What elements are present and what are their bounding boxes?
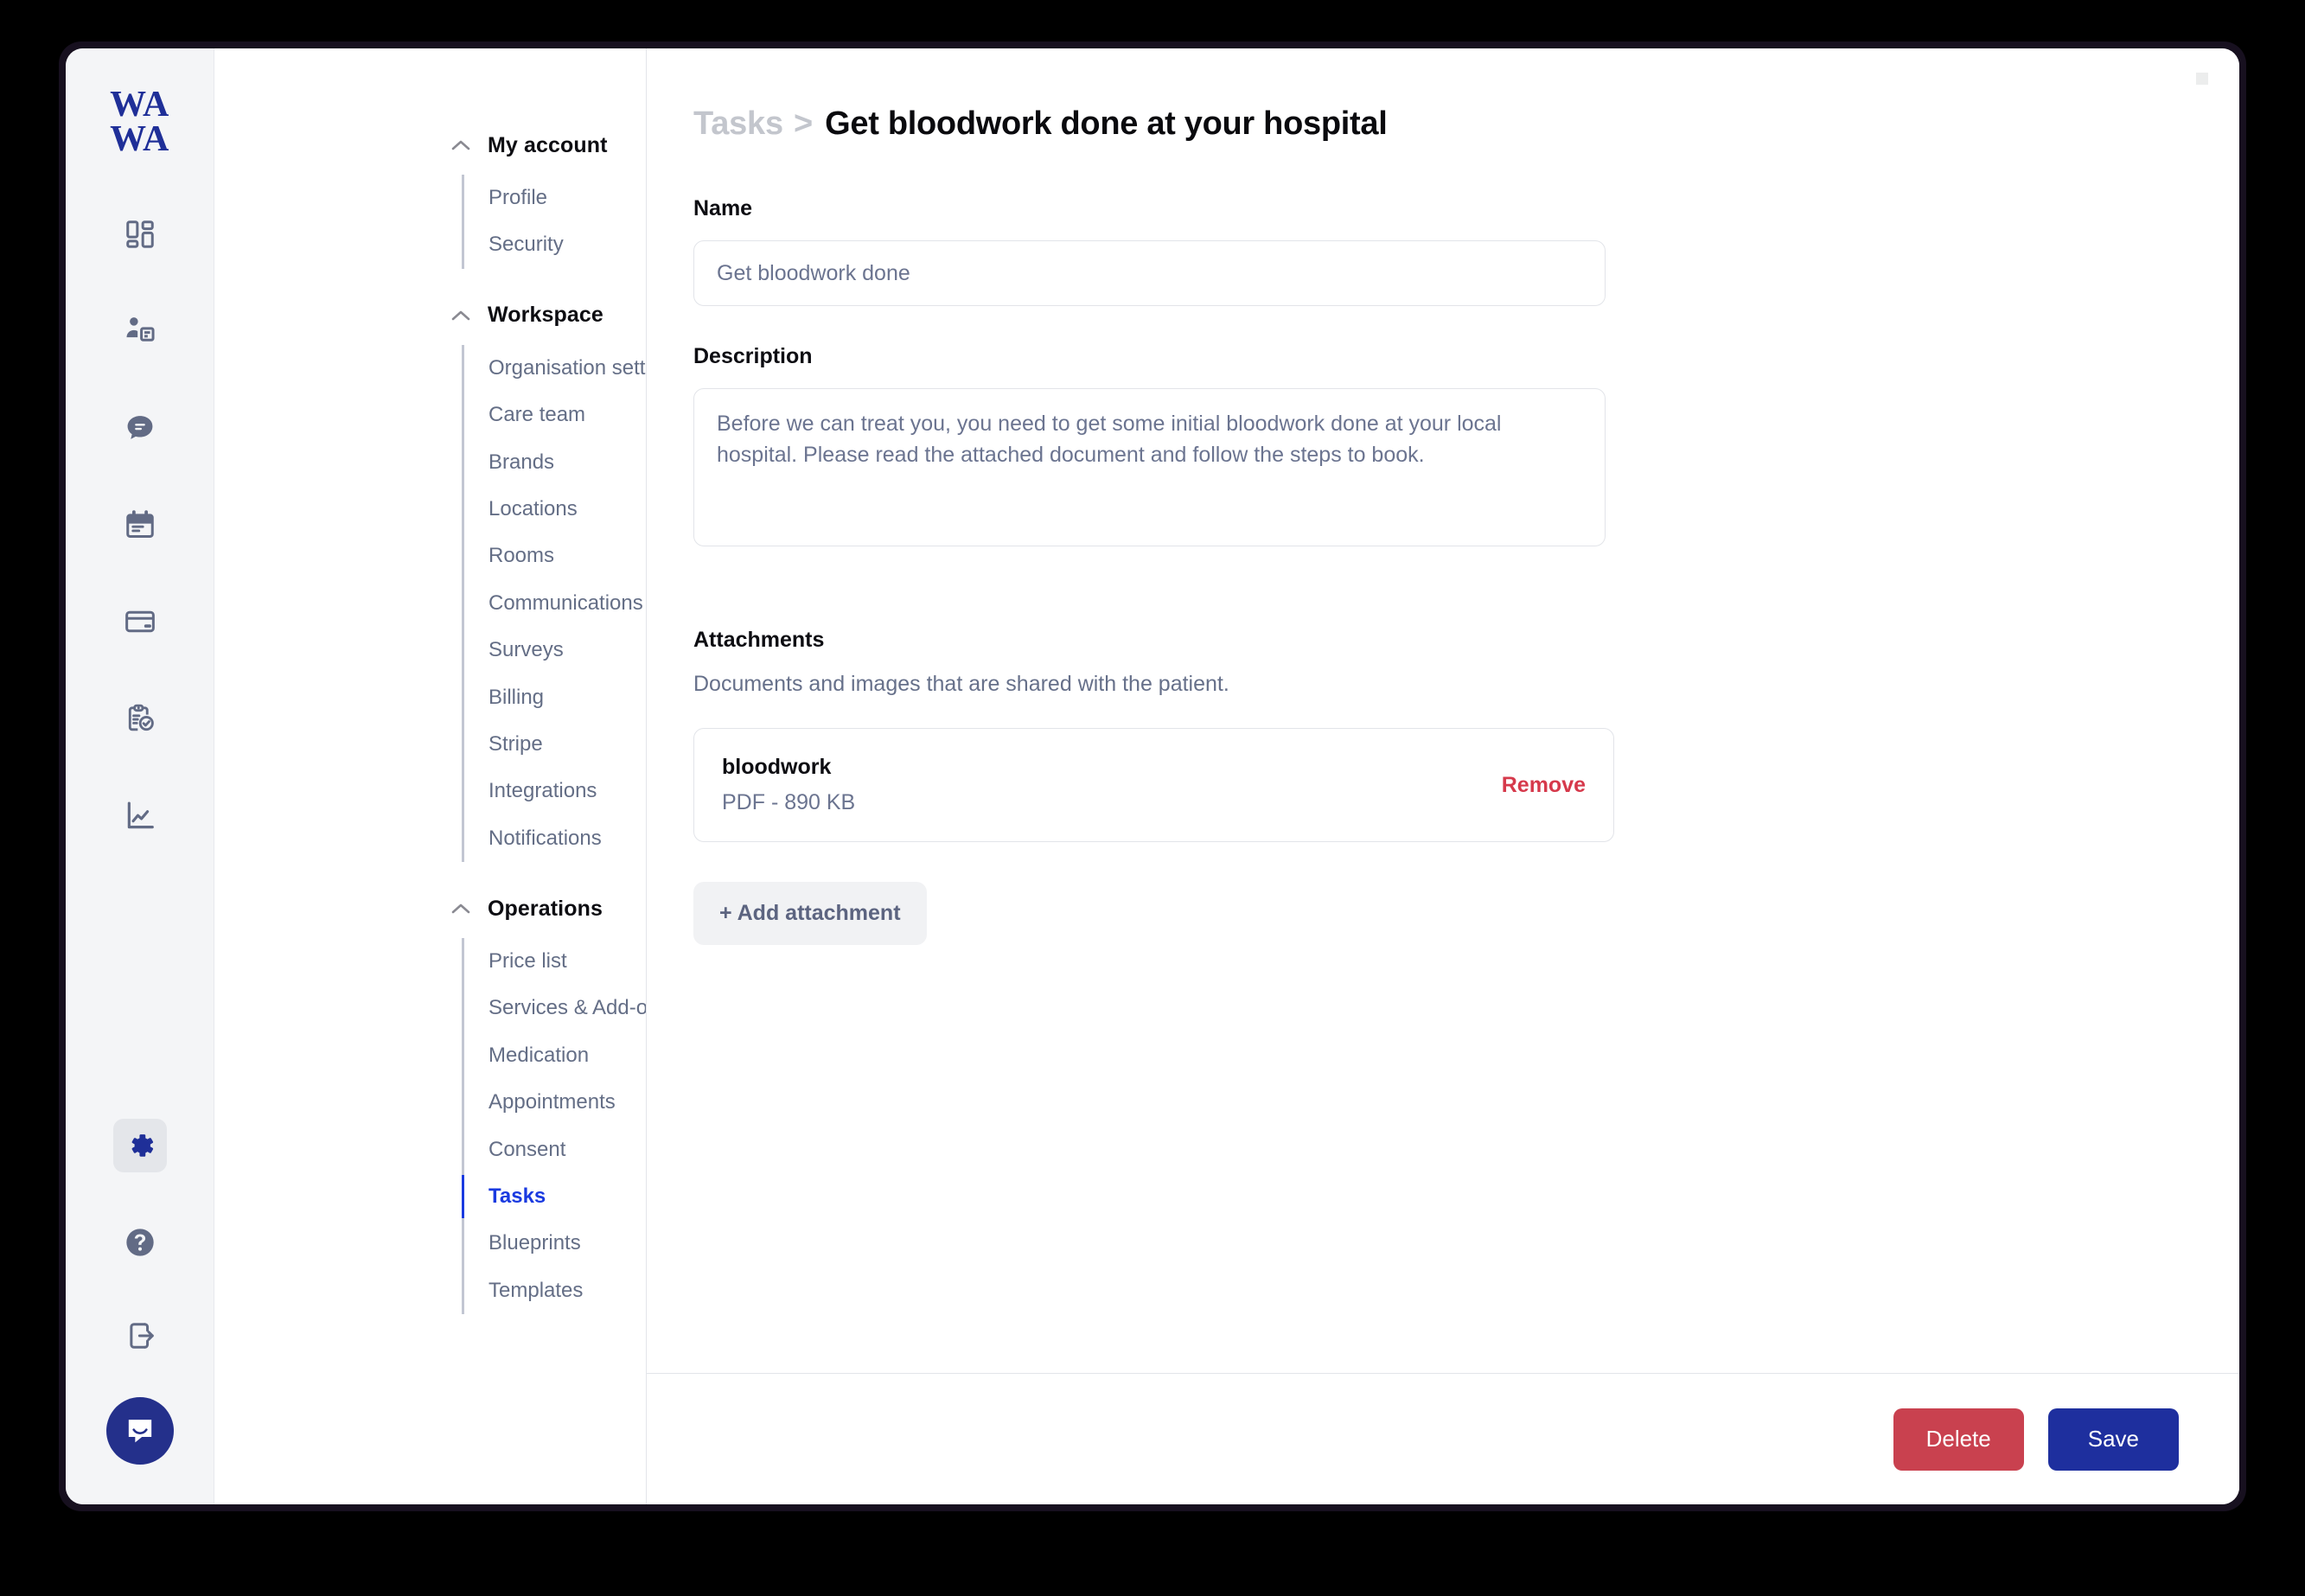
- sidebar-item-locations[interactable]: Locations: [464, 486, 646, 533]
- device-frame: WA WA My account Profile Security Worksp…: [59, 41, 2246, 1511]
- messages-icon[interactable]: [113, 401, 167, 455]
- nav-items-workspace: Organisation settings Care team Brands L…: [462, 344, 646, 863]
- nav-group-operations: Operations Price list Services & Add-ons…: [214, 891, 646, 1315]
- chevron-up-icon: [450, 139, 472, 151]
- payments-icon[interactable]: [113, 595, 167, 648]
- attachments-section-label: Attachments: [693, 628, 825, 652]
- content-scroll-area: Tasks > Get bloodwork done at your hospi…: [647, 48, 2239, 1373]
- sidebar-item-surveys[interactable]: Surveys: [464, 627, 646, 674]
- attachment-row: bloodwork PDF - 890 KB Remove: [693, 728, 1614, 842]
- sidebar-item-tasks[interactable]: Tasks: [462, 1173, 646, 1220]
- add-attachment-button[interactable]: + Add attachment: [693, 882, 927, 945]
- sidebar-item-medication[interactable]: Medication: [464, 1032, 646, 1079]
- nav-group-title: Operations: [488, 896, 603, 921]
- description-textarea[interactable]: Before we can treat you, you need to get…: [693, 388, 1606, 546]
- nav-group-header-my-account[interactable]: My account: [214, 128, 646, 163]
- sidebar-item-templates[interactable]: Templates: [464, 1267, 646, 1314]
- brand-logo-line1: WA: [110, 85, 169, 124]
- sidebar-item-profile[interactable]: Profile: [464, 175, 646, 221]
- intercom-chat-icon[interactable]: [105, 1397, 174, 1465]
- attachment-file-meta: PDF - 890 KB: [722, 790, 856, 814]
- attachments-help-text: Documents and images that are shared wit…: [693, 672, 1229, 696]
- attachments-section: Attachments Documents and images that ar…: [693, 628, 2239, 945]
- sidebar-item-stripe[interactable]: Stripe: [464, 721, 646, 768]
- sidebar-item-price-list[interactable]: Price list: [464, 938, 646, 985]
- form-action-bar: Delete Save: [647, 1373, 2239, 1504]
- tasks-clipboard-check-icon[interactable]: [113, 692, 167, 745]
- sidebar-item-appointments[interactable]: Appointments: [464, 1079, 646, 1126]
- description-field-block: Description Before we can treat you, you…: [693, 344, 2239, 546]
- nav-group-my-account: My account Profile Security: [214, 128, 646, 269]
- breadcrumb: Tasks > Get bloodwork done at your hospi…: [693, 105, 2239, 143]
- sidebar-item-consent[interactable]: Consent: [464, 1127, 646, 1173]
- sidebar-item-rooms[interactable]: Rooms: [464, 533, 646, 579]
- corner-marker: [2196, 73, 2208, 85]
- breadcrumb-separator: >: [793, 105, 814, 142]
- nav-group-title: Workspace: [488, 303, 603, 328]
- brand-logo-line2: WA: [110, 118, 169, 159]
- delete-button[interactable]: Delete: [1893, 1408, 2024, 1471]
- settings-nav-panel: My account Profile Security Workspace Or…: [214, 48, 647, 1504]
- nav-group-workspace: Workspace Organisation settings Care tea…: [214, 298, 646, 863]
- page-title: Get bloodwork done at your hospital: [825, 105, 1388, 142]
- main-content: Tasks > Get bloodwork done at your hospi…: [647, 48, 2239, 1504]
- sidebar-item-billing[interactable]: Billing: [464, 674, 646, 721]
- breadcrumb-parent-link[interactable]: Tasks: [693, 105, 783, 143]
- sidebar-item-brands[interactable]: Brands: [464, 439, 646, 486]
- description-field-label: Description: [693, 344, 813, 368]
- brand-logo[interactable]: WA WA: [110, 85, 169, 159]
- gear-icon[interactable]: [112, 1119, 167, 1172]
- logout-icon[interactable]: [113, 1309, 167, 1363]
- attachment-file-name: bloodwork: [722, 755, 832, 779]
- primary-icon-rail: WA WA: [66, 48, 214, 1504]
- sidebar-item-communications[interactable]: Communications: [464, 580, 646, 627]
- name-field-block: Name: [693, 196, 2239, 306]
- sidebar-item-notifications[interactable]: Notifications: [464, 815, 646, 862]
- nav-group-header-operations[interactable]: Operations: [214, 891, 646, 926]
- analytics-icon[interactable]: [113, 788, 167, 842]
- sidebar-item-security[interactable]: Security: [464, 221, 646, 268]
- calendar-icon[interactable]: [113, 498, 167, 552]
- sidebar-item-blueprints[interactable]: Blueprints: [464, 1220, 646, 1267]
- nav-group-header-workspace[interactable]: Workspace: [214, 298, 646, 333]
- chevron-up-icon: [450, 310, 472, 322]
- nav-items-my-account: Profile Security: [462, 175, 646, 269]
- dashboard-icon[interactable]: [113, 207, 167, 261]
- remove-attachment-button[interactable]: Remove: [1502, 773, 1586, 798]
- sidebar-item-care-team[interactable]: Care team: [464, 392, 646, 438]
- sidebar-item-services-add-ons[interactable]: Services & Add-ons: [464, 985, 646, 1031]
- help-circle-icon[interactable]: [113, 1216, 167, 1269]
- attachment-info: bloodwork PDF - 890 KB: [722, 755, 855, 815]
- chevron-up-icon: [450, 903, 472, 915]
- nav-group-title: My account: [488, 132, 608, 157]
- name-input[interactable]: [693, 240, 1606, 306]
- save-button[interactable]: Save: [2047, 1408, 2179, 1471]
- name-field-label: Name: [693, 196, 753, 220]
- patient-record-icon[interactable]: [113, 304, 167, 358]
- sidebar-item-integrations[interactable]: Integrations: [464, 768, 646, 814]
- nav-items-operations: Price list Services & Add-ons Medication…: [462, 938, 646, 1315]
- app-window: WA WA My account Profile Security Worksp…: [66, 48, 2239, 1504]
- sidebar-item-organisation-settings[interactable]: Organisation settings: [464, 345, 646, 392]
